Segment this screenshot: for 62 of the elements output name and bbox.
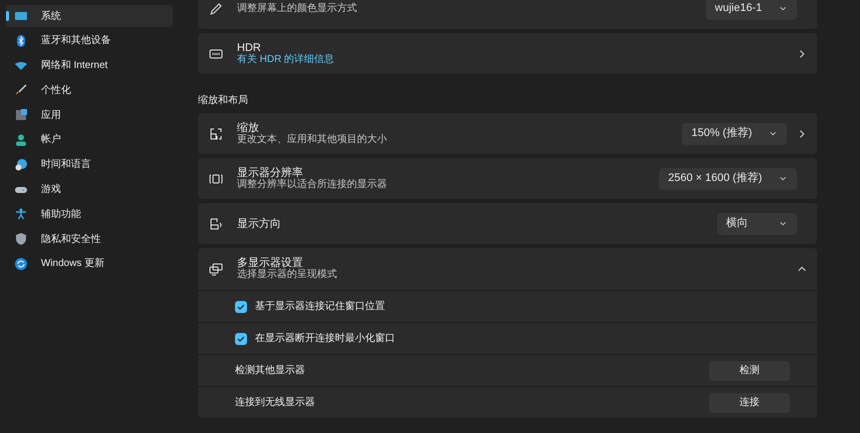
checkbox-label: 基于显示器连接记住窗口位置 [255, 300, 385, 314]
multi-display-header[interactable]: 多显示器设置 选择显示器的呈现模式 [198, 248, 817, 290]
pen-icon [209, 2, 223, 16]
hdr-icon [209, 46, 223, 60]
setting-description: 更改文本、应用和其他项目的大小 [237, 134, 388, 146]
sidebar-item[interactable]: 时间和语言 [6, 154, 173, 176]
setting-label: 检测其他显示器 [235, 364, 306, 378]
resolution-icon [209, 172, 223, 186]
setting-description: 调整屏幕上的颜色显示方式 [237, 2, 358, 14]
setting-description: 选择显示器的呈现模式 [237, 269, 338, 281]
dropdown[interactable]: 150% (推荐) [682, 122, 787, 144]
sidebar-item[interactable]: 辅助功能 [6, 203, 173, 226]
setting-description: 调整分辨率以适合所连接的显示器 [237, 178, 388, 190]
section-heading: 缩放和布局 [198, 94, 249, 108]
sidebar-item[interactable]: 帐户 [6, 128, 173, 151]
setting-card[interactable]: 缩放 更改文本、应用和其他项目的大小 150% (推荐) [198, 113, 817, 154]
dropdown[interactable]: 2560 × 1600 (推荐) [659, 168, 797, 190]
setting-card[interactable]: 调整屏幕上的颜色显示方式 wujie16-1 [198, 0, 817, 29]
sidebar-item[interactable]: 系统 [6, 5, 173, 27]
setting-title: 多显示器设置 [237, 257, 304, 269]
sidebar-item[interactable]: 应用 [6, 104, 173, 126]
accessibility-icon [15, 208, 27, 220]
brush-icon [15, 84, 27, 96]
setting-title: 显示器分辨率 [237, 166, 304, 178]
sidebar-item[interactable]: 隐私和安全性 [6, 228, 173, 250]
chevron-right-icon [797, 48, 807, 58]
wifi-icon [15, 60, 27, 72]
sidebar-item[interactable]: 蓝牙和其他设备 [6, 30, 173, 52]
sidebar-item[interactable]: 游戏 [6, 178, 173, 201]
update-icon [15, 258, 27, 270]
checkmark-icon [237, 302, 245, 310]
chevron-up-icon [797, 264, 807, 274]
monitors-icon [209, 262, 223, 276]
action-button[interactable]: 检测 [709, 360, 790, 380]
setting-title: 显示方向 [237, 218, 282, 230]
orientation-icon [209, 216, 223, 230]
dropdown[interactable]: wujie16-1 [706, 0, 797, 20]
sidebar-item[interactable]: Windows 更新 [6, 252, 173, 275]
setting-card[interactable]: 显示器分辨率 调整分辨率以适合所连接的显示器 2560 × 1600 (推荐) [198, 158, 817, 199]
scale-icon [209, 126, 223, 140]
action-button[interactable]: 连接 [709, 392, 790, 412]
checkbox[interactable] [235, 300, 247, 312]
checkbox-label: 在显示器断开连接时最小化窗口 [255, 332, 395, 346]
apps-icon [15, 109, 27, 122]
setting-title: 缩放 [237, 122, 260, 134]
selection-indicator [6, 11, 9, 21]
setting-label: 连接到无线显示器 [235, 396, 316, 410]
hdr-info-link[interactable]: 有关 HDR 的详细信息 [237, 54, 783, 66]
dropdown[interactable]: 横向 [717, 212, 797, 234]
globe-clock-icon [15, 158, 27, 171]
person-icon [15, 134, 27, 146]
setting-title: HDR [237, 42, 262, 54]
shield-icon [15, 233, 27, 246]
monitor-icon [15, 10, 27, 22]
setting-card[interactable]: HDR 有关 HDR 的详细信息 [198, 33, 817, 74]
setting-card[interactable]: 显示方向 横向 [198, 203, 817, 244]
checkmark-icon [237, 334, 245, 342]
chevron-right-icon [797, 128, 807, 138]
bluetooth-icon [15, 34, 27, 47]
checkbox[interactable] [235, 332, 247, 344]
sidebar-item[interactable]: 个性化 [6, 79, 173, 102]
sidebar-item[interactable]: 网络和 Internet [6, 54, 173, 77]
